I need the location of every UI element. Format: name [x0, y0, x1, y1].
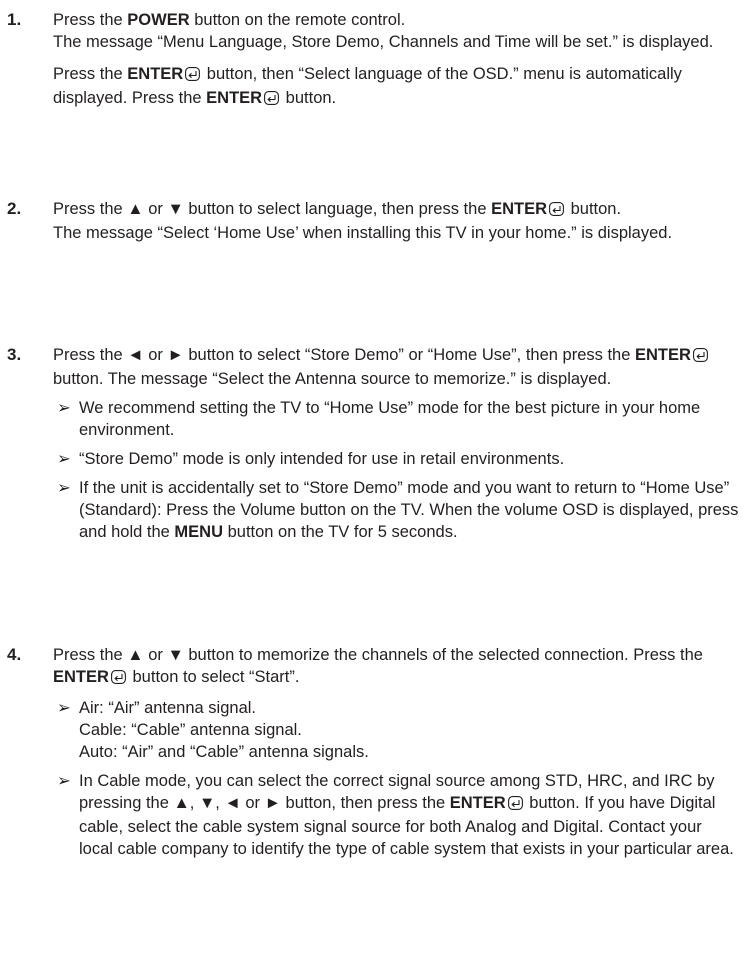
text: Press the: [53, 11, 128, 29]
enter-icon: [264, 89, 280, 111]
text: Press the: [53, 65, 128, 83]
step-content: Press the ▲ or ▼ button to select langua…: [53, 198, 740, 244]
note-text: button on the TV for 5 seconds.: [223, 523, 458, 541]
button-name: ENTER: [634, 346, 691, 364]
arrow-bullet-icon: ➢: [57, 399, 71, 417]
enter-icon: [692, 346, 708, 368]
button-name: ENTER: [206, 89, 263, 107]
step-number: 2.: [7, 199, 22, 218]
arrow-bullet-icon: ➢: [57, 479, 71, 497]
instruction-page: 1. Press the POWER button on the remote …: [0, 0, 750, 980]
note-bullet: ➢ If the unit is accidentally set to “Sto…: [53, 477, 740, 543]
step-paragraph: Press the ▲ or ▼ button to select langua…: [53, 198, 740, 222]
text: button on the remote control.: [189, 11, 406, 29]
note-bullet: ➢ We recommend setting the TV to “Home Us…: [53, 397, 740, 441]
arrow-bullet-icon: ➢: [57, 450, 71, 468]
enter-icon: [185, 65, 201, 87]
step-paragraph: The message “Select ‘Home Use’ when inst…: [53, 224, 673, 242]
text: Press the ▲ or ▼ button to memorize the …: [53, 646, 703, 664]
step-number: 1.: [7, 10, 22, 29]
button-name: POWER: [127, 11, 190, 29]
note-bullet: ➢ In Cable mode, you can select the corre…: [53, 770, 740, 860]
button-name: ENTER: [53, 668, 109, 686]
note-text: We recommend setting the TV to “Home Use…: [79, 399, 701, 439]
step-number: 3.: [7, 345, 22, 364]
note-text: Air: “Air” antenna signal.: [79, 699, 256, 717]
button-name: ENTER: [491, 200, 548, 218]
note-bullet: ➢ “Store Demo” mode is only intended for …: [53, 448, 740, 470]
step-content: Press the ◄ or ► button to select “Store…: [53, 344, 740, 543]
text: button.: [566, 200, 622, 218]
text: button.: [281, 89, 337, 107]
step-content: Press the ▲ or ▼ button to memorize the …: [53, 644, 740, 860]
step-paragraph: Press the ▲ or ▼ button to memorize the …: [53, 644, 740, 690]
arrow-bullet-icon: ➢: [57, 699, 71, 717]
button-name: ENTER: [449, 794, 506, 812]
step-paragraph: The message “Menu Language, Store Demo, …: [53, 33, 714, 51]
arrow-bullet-icon: ➢: [57, 772, 71, 790]
enter-icon: [110, 668, 126, 690]
step-number: 4.: [7, 645, 22, 664]
button-name: MENU: [174, 523, 224, 541]
step-paragraph: Press the POWER button on the remote con…: [53, 9, 740, 31]
note-text: “Store Demo” mode is only intended for u…: [79, 450, 565, 468]
text: Press the ▲ or ▼ button to select langua…: [53, 200, 492, 218]
note-text: Auto: “Air” and “Cable” antenna signals.: [79, 743, 369, 761]
enter-icon: [549, 200, 564, 222]
step-content: Press the POWER button on the remote con…: [53, 9, 740, 111]
step-paragraph: Press the ENTER button, then “Select lan…: [53, 63, 740, 111]
note-bullet: ➢ Air: “Air” antenna signal. Cable: “Cable…: [53, 697, 740, 763]
text: button to select “Start”.: [127, 668, 300, 686]
button-name: ENTER: [127, 65, 184, 83]
step-paragraph: Press the ◄ or ► button to select “Store…: [53, 344, 740, 390]
enter-icon: [507, 794, 523, 816]
text: Press the ◄ or ► button to select “Store…: [53, 346, 635, 364]
note-text: Cable: “Cable” antenna signal.: [79, 721, 302, 739]
text: button. The message “Select the Antenna …: [53, 370, 612, 388]
